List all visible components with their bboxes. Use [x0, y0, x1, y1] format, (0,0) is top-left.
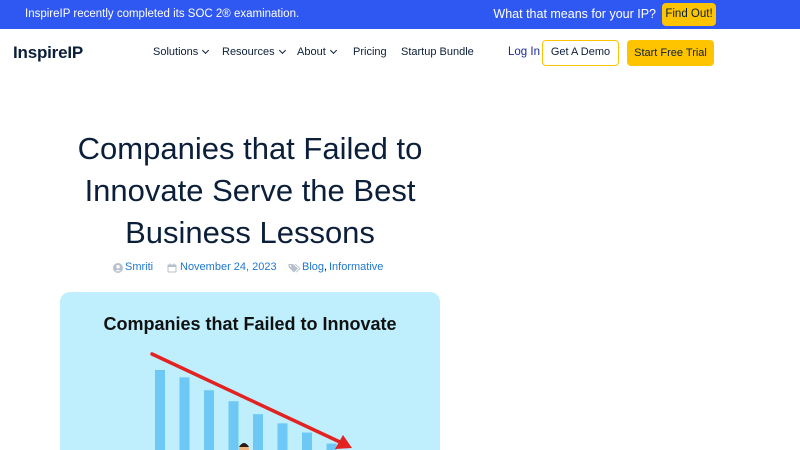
nav-item-label: Solutions — [153, 46, 199, 58]
announcement-question: What that means for your IP? — [493, 7, 656, 21]
illustration-bar — [253, 414, 263, 450]
nav-item-about[interactable]: About — [297, 46, 337, 58]
article-title: Companies that Failed to Innovate Serve … — [50, 128, 450, 254]
find-out-button[interactable]: Find Out! — [662, 3, 716, 26]
nav-item-label: Pricing — [353, 46, 387, 58]
nav-item-pricing[interactable]: Pricing — [353, 46, 387, 58]
main-nav: InspireIP Solutions Resources About Pric… — [0, 29, 800, 77]
calendar-icon — [167, 263, 177, 273]
nav-item-label: About — [297, 46, 326, 58]
announcement-message: InspireIP recently completed its SOC 2® … — [25, 8, 300, 20]
get-demo-button[interactable]: Get A Demo — [542, 40, 619, 66]
illustration-bar — [326, 443, 337, 450]
author-link[interactable]: Smriti — [125, 261, 153, 273]
illustration-bar — [228, 401, 239, 450]
illustration-bar — [277, 423, 288, 450]
nav-item-startup-bundle[interactable]: Startup Bundle — [401, 46, 474, 58]
nav-item-solutions[interactable]: Solutions — [153, 46, 210, 58]
featured-image: Companies that Failed to Innovate — [60, 292, 440, 450]
title-line: Companies that Failed to — [77, 131, 423, 166]
publish-date: November 24, 2023 — [180, 261, 277, 273]
nav-item-resources[interactable]: Resources — [222, 46, 286, 58]
category-separator: , — [324, 261, 328, 273]
article-meta: Smriti November 24, 2023 Blog , Informat… — [0, 261, 500, 277]
illustration-bar — [302, 432, 312, 450]
illustration-bar — [155, 370, 165, 450]
logo[interactable]: InspireIP — [13, 43, 83, 63]
person-hair-shape — [239, 443, 249, 447]
chevron-down-icon — [202, 46, 210, 55]
title-line: Innovate Serve the Best — [84, 173, 416, 208]
login-link[interactable]: Log In — [508, 46, 540, 58]
declining-chart-illustration — [150, 352, 352, 450]
illustration-bar — [204, 390, 214, 450]
title-line: Business Lessons — [125, 215, 375, 250]
user-icon — [113, 263, 123, 273]
start-free-trial-button[interactable]: Start Free Trial — [627, 40, 714, 66]
nav-item-label: Startup Bundle — [401, 46, 474, 58]
nav-item-label: Resources — [222, 46, 275, 58]
chevron-down-icon — [329, 46, 337, 55]
category-link-blog[interactable]: Blog — [302, 261, 324, 273]
announcement-bar: InspireIP recently completed its SOC 2® … — [0, 0, 800, 29]
tags-icon — [288, 264, 301, 273]
illustration-bar — [179, 377, 190, 450]
chevron-down-icon — [278, 46, 286, 55]
category-link-informative[interactable]: Informative — [329, 261, 383, 273]
